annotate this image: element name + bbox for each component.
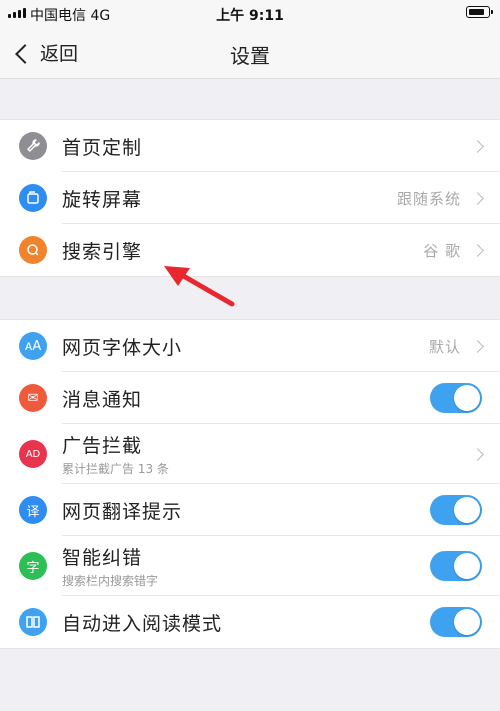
chevron-right-icon [471, 243, 484, 257]
book-icon [19, 608, 47, 636]
rotate-icon [19, 184, 47, 212]
setting-ad-block[interactable]: AD 广告拦截 累计拦截广告 13 条 [0, 424, 500, 484]
setting-rotate-screen[interactable]: 旋转屏幕 跟随系统 [0, 172, 500, 224]
setting-subtitle: 累计拦截广告 13 条 [62, 462, 169, 476]
message-icon: ✉ [19, 384, 47, 412]
notifications-toggle[interactable] [430, 383, 482, 413]
chevron-right-icon [471, 339, 484, 353]
chevron-right-icon [471, 447, 484, 461]
annotation-arrow-icon [164, 266, 235, 307]
setting-homepage-custom[interactable]: 首页定制 [0, 120, 500, 172]
setting-notifications[interactable]: ✉ 消息通知 [0, 372, 500, 424]
reading-mode-toggle[interactable] [430, 607, 482, 637]
nav-bar: 返回 设置 [0, 28, 500, 79]
setting-value: 谷 歌 [423, 241, 461, 260]
setting-label: 广告拦截 [62, 435, 143, 457]
setting-value: 默认 [428, 337, 461, 356]
battery-icon [466, 6, 493, 18]
setting-label: 智能纠错 [62, 547, 143, 569]
setting-value: 跟随系统 [396, 189, 461, 208]
correction-toggle[interactable] [430, 551, 482, 581]
correction-icon: 字 [19, 552, 47, 580]
setting-font-size[interactable]: ᴀA 网页字体大小 默认 [0, 320, 500, 372]
setting-translate-prompt[interactable]: 译 网页翻译提示 [0, 484, 500, 536]
setting-label: 自动进入阅读模式 [62, 612, 223, 635]
setting-label: 搜索引擎 [62, 240, 143, 263]
setting-label: 网页字体大小 [62, 336, 183, 359]
page-title: 设置 [230, 44, 270, 68]
search-icon [19, 236, 47, 264]
setting-label: 消息通知 [62, 388, 143, 411]
section-spacer [0, 79, 500, 119]
setting-reading-mode[interactable]: 自动进入阅读模式 [0, 596, 500, 648]
settings-group-2: ᴀA 网页字体大小 默认 ✉ 消息通知 AD 广告拦截 累计拦截广告 13 条 … [0, 319, 500, 649]
status-bar: 中国电信 4G 上午 9:11 [0, 0, 500, 28]
setting-label: 旋转屏幕 [62, 188, 143, 211]
wrench-icon [19, 132, 47, 160]
chevron-right-icon [471, 139, 484, 153]
setting-search-engine[interactable]: 搜索引擎 谷 歌 [0, 224, 500, 276]
translate-toggle[interactable] [430, 495, 482, 525]
ad-block-icon: AD [19, 440, 47, 468]
setting-label: 首页定制 [62, 136, 143, 159]
status-time: 上午 9:11 [216, 8, 284, 24]
section-spacer [0, 277, 500, 319]
setting-smart-correction[interactable]: 字 智能纠错 搜索栏内搜索错字 [0, 536, 500, 596]
translate-icon: 译 [19, 496, 47, 524]
chevron-right-icon [471, 191, 484, 205]
font-size-icon: ᴀA [19, 332, 47, 360]
setting-subtitle: 搜索栏内搜索错字 [62, 574, 159, 588]
setting-label: 网页翻译提示 [62, 500, 183, 523]
settings-group-1: 首页定制 旋转屏幕 跟随系统 搜索引擎 谷 歌 [0, 119, 500, 277]
